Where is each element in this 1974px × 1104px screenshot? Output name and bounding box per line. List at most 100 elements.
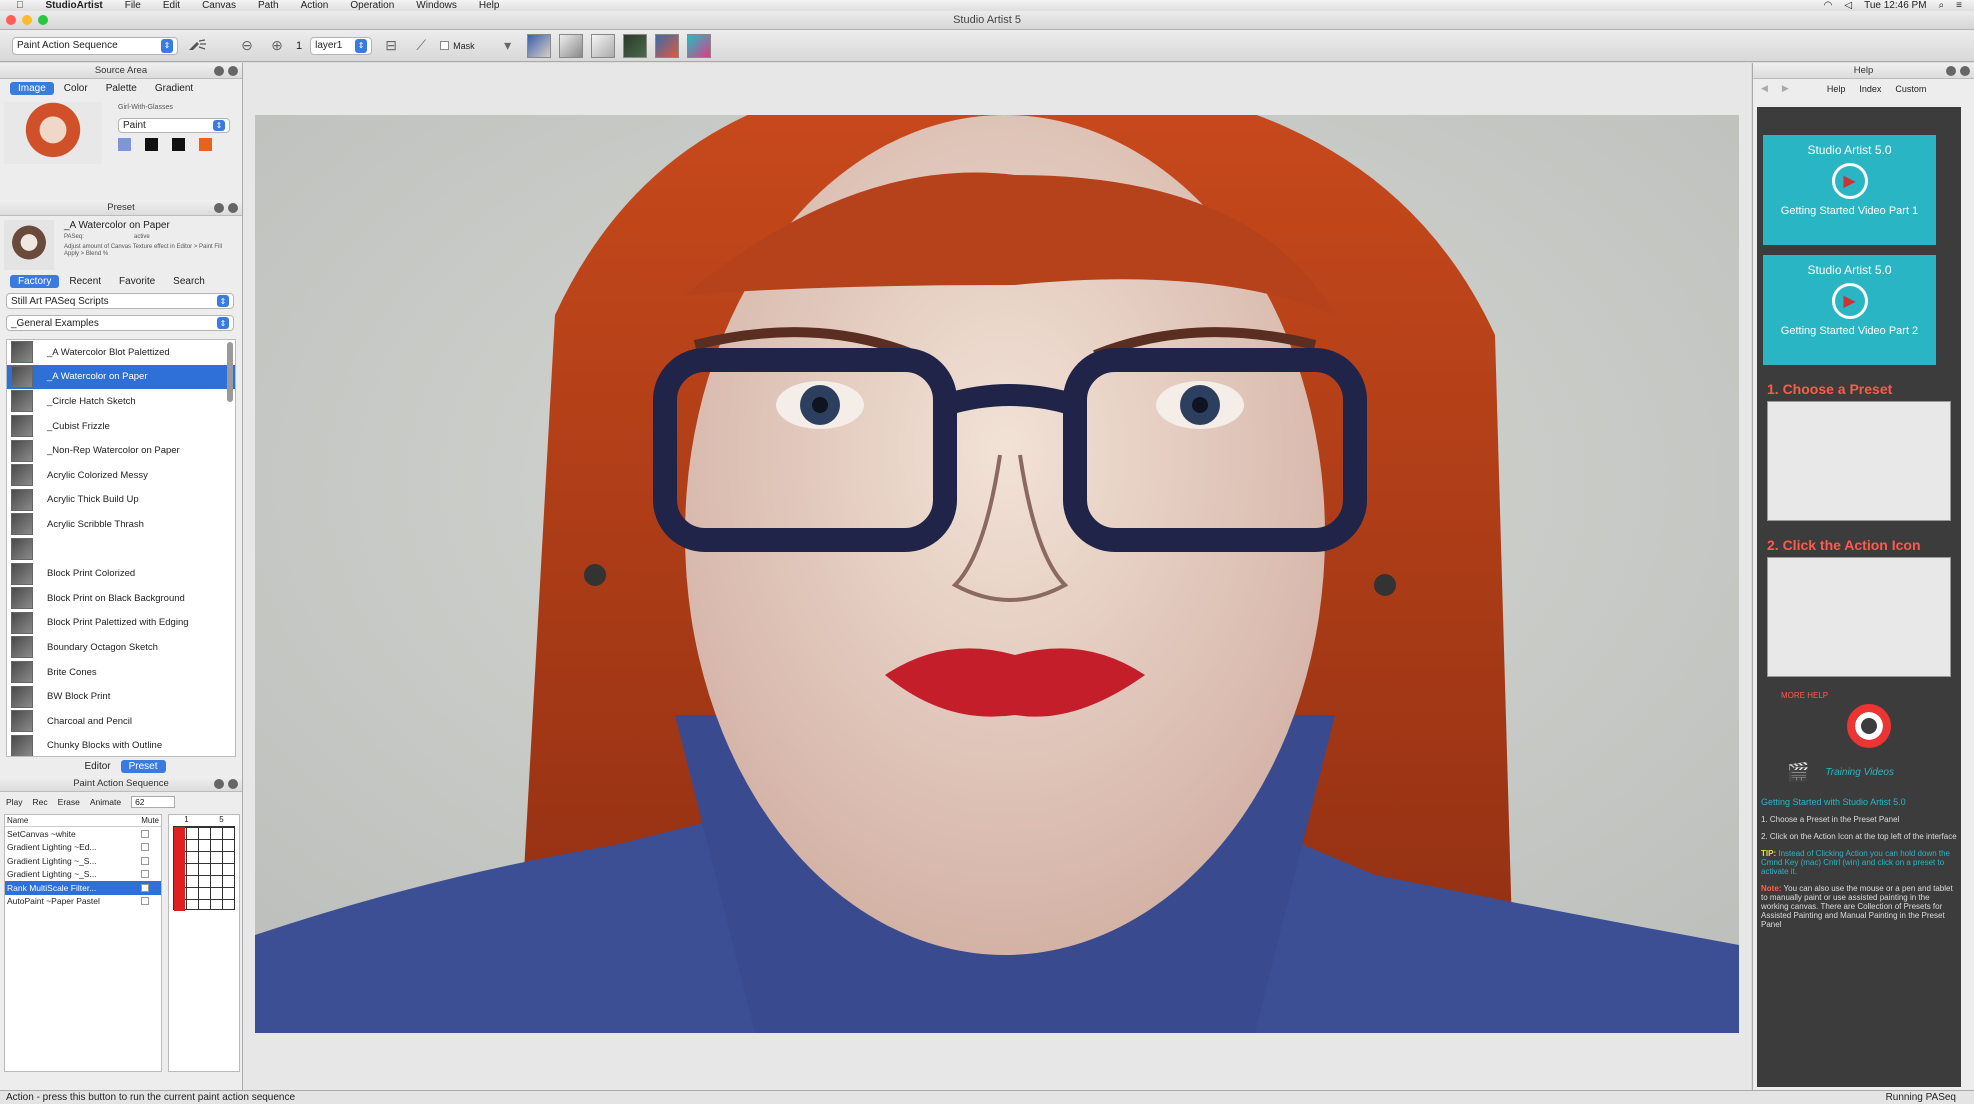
rec-button[interactable]: Rec xyxy=(33,797,48,807)
training-videos-link[interactable]: Training Videos xyxy=(1825,767,1894,778)
mute-checkbox[interactable] xyxy=(141,829,149,838)
tab-color[interactable]: Color xyxy=(56,82,96,95)
tab-image[interactable]: Image xyxy=(10,82,54,95)
pas-list-item[interactable]: Gradient Lighting ~_S... xyxy=(5,868,161,882)
help-nav-index[interactable]: Index xyxy=(1859,84,1881,94)
group-select[interactable]: _General Examples ⇕ xyxy=(6,315,234,331)
pas-list-item[interactable]: AutoPaint ~Paper Pastel xyxy=(5,895,161,909)
help-nav-custom[interactable]: Custom xyxy=(1895,84,1926,94)
menu-app-name[interactable]: StudioArtist xyxy=(46,0,103,11)
panel-close-icon[interactable] xyxy=(228,203,238,213)
menu-action[interactable]: Action xyxy=(301,0,329,11)
preset-list-item[interactable]: Acrylic Thick Build Up xyxy=(7,488,235,513)
pas-list-item[interactable]: Rank MultiScale Filter... xyxy=(5,881,161,895)
color-thumb-icon[interactable] xyxy=(654,33,679,58)
preset-list-item[interactable]: _Cubist Frizzle xyxy=(7,414,235,439)
tab-preset[interactable]: Preset xyxy=(120,760,166,773)
preset-list-item[interactable]: Acrylic Colorized Messy xyxy=(7,463,235,488)
tab-search[interactable]: Search xyxy=(165,275,213,288)
tab-recent[interactable]: Recent xyxy=(61,275,109,288)
panel-options-icon[interactable] xyxy=(214,66,224,76)
panel-options-icon[interactable] xyxy=(214,203,224,213)
mute-checkbox[interactable] xyxy=(141,883,149,892)
preset-list-item[interactable]: Block Print Palettized with Edging xyxy=(7,611,235,636)
menu-canvas[interactable]: Canvas xyxy=(202,0,236,11)
preset-list-item[interactable]: _Circle Hatch Sketch xyxy=(7,389,235,414)
frame-grid[interactable] xyxy=(173,826,235,911)
animate-button[interactable]: Animate xyxy=(90,797,121,807)
paint-select[interactable]: Paint ⇕ xyxy=(118,118,230,133)
zoom-out-icon[interactable]: ⊖ xyxy=(236,35,258,57)
apple-icon[interactable]:  xyxy=(16,0,24,11)
preset-list-item[interactable]: _A Watercolor Blot Palettized xyxy=(7,340,235,365)
menu-help[interactable]: Help xyxy=(479,0,500,11)
menu-edit[interactable]: Edit xyxy=(163,0,180,11)
video-part-2[interactable]: Studio Artist 5.0 ▶ Getting Started Vide… xyxy=(1763,255,1936,365)
sketch-thumb-icon[interactable] xyxy=(558,33,583,58)
swatch-2[interactable] xyxy=(145,138,158,151)
menu-file[interactable]: File xyxy=(125,0,141,11)
working-canvas[interactable] xyxy=(255,115,1739,1033)
lifebuoy-icon[interactable] xyxy=(1847,704,1891,748)
back-icon[interactable]: ◀ xyxy=(1761,83,1768,94)
preset-list-item[interactable]: Brite Cones xyxy=(7,660,235,685)
brush-icon[interactable]: ⟋ xyxy=(410,35,432,57)
source-image-thumbnail[interactable] xyxy=(4,102,102,164)
volume-icon[interactable]: ◁ xyxy=(1844,0,1852,11)
help-nav-help[interactable]: Help xyxy=(1827,84,1846,94)
menu-windows[interactable]: Windows xyxy=(416,0,457,11)
notifications-icon[interactable]: ≡ xyxy=(1956,0,1962,11)
panel-close-icon[interactable] xyxy=(1960,66,1970,76)
tab-favorite[interactable]: Favorite xyxy=(111,275,163,288)
zoom-in-icon[interactable]: ⊕ xyxy=(266,35,288,57)
preset-list-item[interactable]: Chunky Blocks with Outline xyxy=(7,734,235,756)
tab-editor[interactable]: Editor xyxy=(76,760,118,773)
dark-thumb-icon[interactable] xyxy=(622,33,647,58)
swatch-4[interactable] xyxy=(199,138,212,151)
forward-icon[interactable]: ▶ xyxy=(1782,83,1789,94)
preset-list-item[interactable]: _A Watercolor on Paper xyxy=(7,364,235,390)
wifi-icon[interactable]: ◠ xyxy=(1824,0,1833,11)
preset-list-item[interactable]: BW Block Print xyxy=(7,684,235,709)
layer-select[interactable]: layer1 ⇕ xyxy=(310,36,373,55)
action-icon[interactable] xyxy=(186,35,208,57)
pop-thumb-icon[interactable] xyxy=(686,33,711,58)
preset-list-item[interactable]: Boundary Octagon Sketch xyxy=(7,635,235,660)
clock[interactable]: Tue 12:46 PM xyxy=(1864,0,1926,11)
panel-close-icon[interactable] xyxy=(228,66,238,76)
scrollbar[interactable] xyxy=(227,342,233,402)
frame-field[interactable]: 62 xyxy=(131,796,176,808)
mask-checkbox[interactable] xyxy=(440,41,450,50)
swatch-1[interactable] xyxy=(118,138,131,151)
preset-list-item[interactable]: Block Print on Black Background xyxy=(7,586,235,611)
mute-checkbox[interactable] xyxy=(141,870,149,879)
video-part-1[interactable]: Studio Artist 5.0 ▶ Getting Started Vide… xyxy=(1763,135,1936,245)
mute-checkbox[interactable] xyxy=(141,856,149,865)
mute-checkbox[interactable] xyxy=(141,897,149,906)
paint-bucket-icon[interactable]: ▾ xyxy=(497,35,519,57)
tab-factory[interactable]: Factory xyxy=(10,275,60,288)
source-thumb-icon[interactable] xyxy=(526,33,551,58)
tab-palette[interactable]: Palette xyxy=(98,82,145,95)
pas-list-item[interactable]: Gradient Lighting ~_S... xyxy=(5,854,161,868)
menu-path[interactable]: Path xyxy=(258,0,279,11)
panel-options-icon[interactable] xyxy=(1946,66,1956,76)
tab-gradient[interactable]: Gradient xyxy=(147,82,201,95)
erase-button[interactable]: Erase xyxy=(58,797,80,807)
category-select[interactable]: Still Art PASeq Scripts ⇕ xyxy=(6,293,234,309)
mode-select[interactable]: Paint Action Sequence ⇕ xyxy=(12,36,178,55)
spotlight-icon[interactable]: ⌕ xyxy=(1939,0,1945,11)
swatch-3[interactable] xyxy=(172,138,185,151)
preset-list-item[interactable]: Acrylic Scribble Thrash xyxy=(7,512,235,537)
panel-options-icon[interactable] xyxy=(214,779,224,789)
mute-checkbox[interactable] xyxy=(141,843,149,852)
preset-list-item[interactable]: Charcoal and Pencil xyxy=(7,709,235,734)
layer-options-icon[interactable]: ⊟ xyxy=(380,35,402,57)
preset-list-item[interactable]: Block Print Colorized xyxy=(7,561,235,586)
panel-close-icon[interactable] xyxy=(228,779,238,789)
pas-list-item[interactable]: SetCanvas ~white xyxy=(5,827,161,841)
play-button[interactable]: Play xyxy=(6,797,23,807)
pas-list-item[interactable]: Gradient Lighting ~Ed... xyxy=(5,841,161,855)
preset-list-item[interactable]: _Non-Rep Watercolor on Paper xyxy=(7,438,235,463)
menu-operation[interactable]: Operation xyxy=(350,0,394,11)
